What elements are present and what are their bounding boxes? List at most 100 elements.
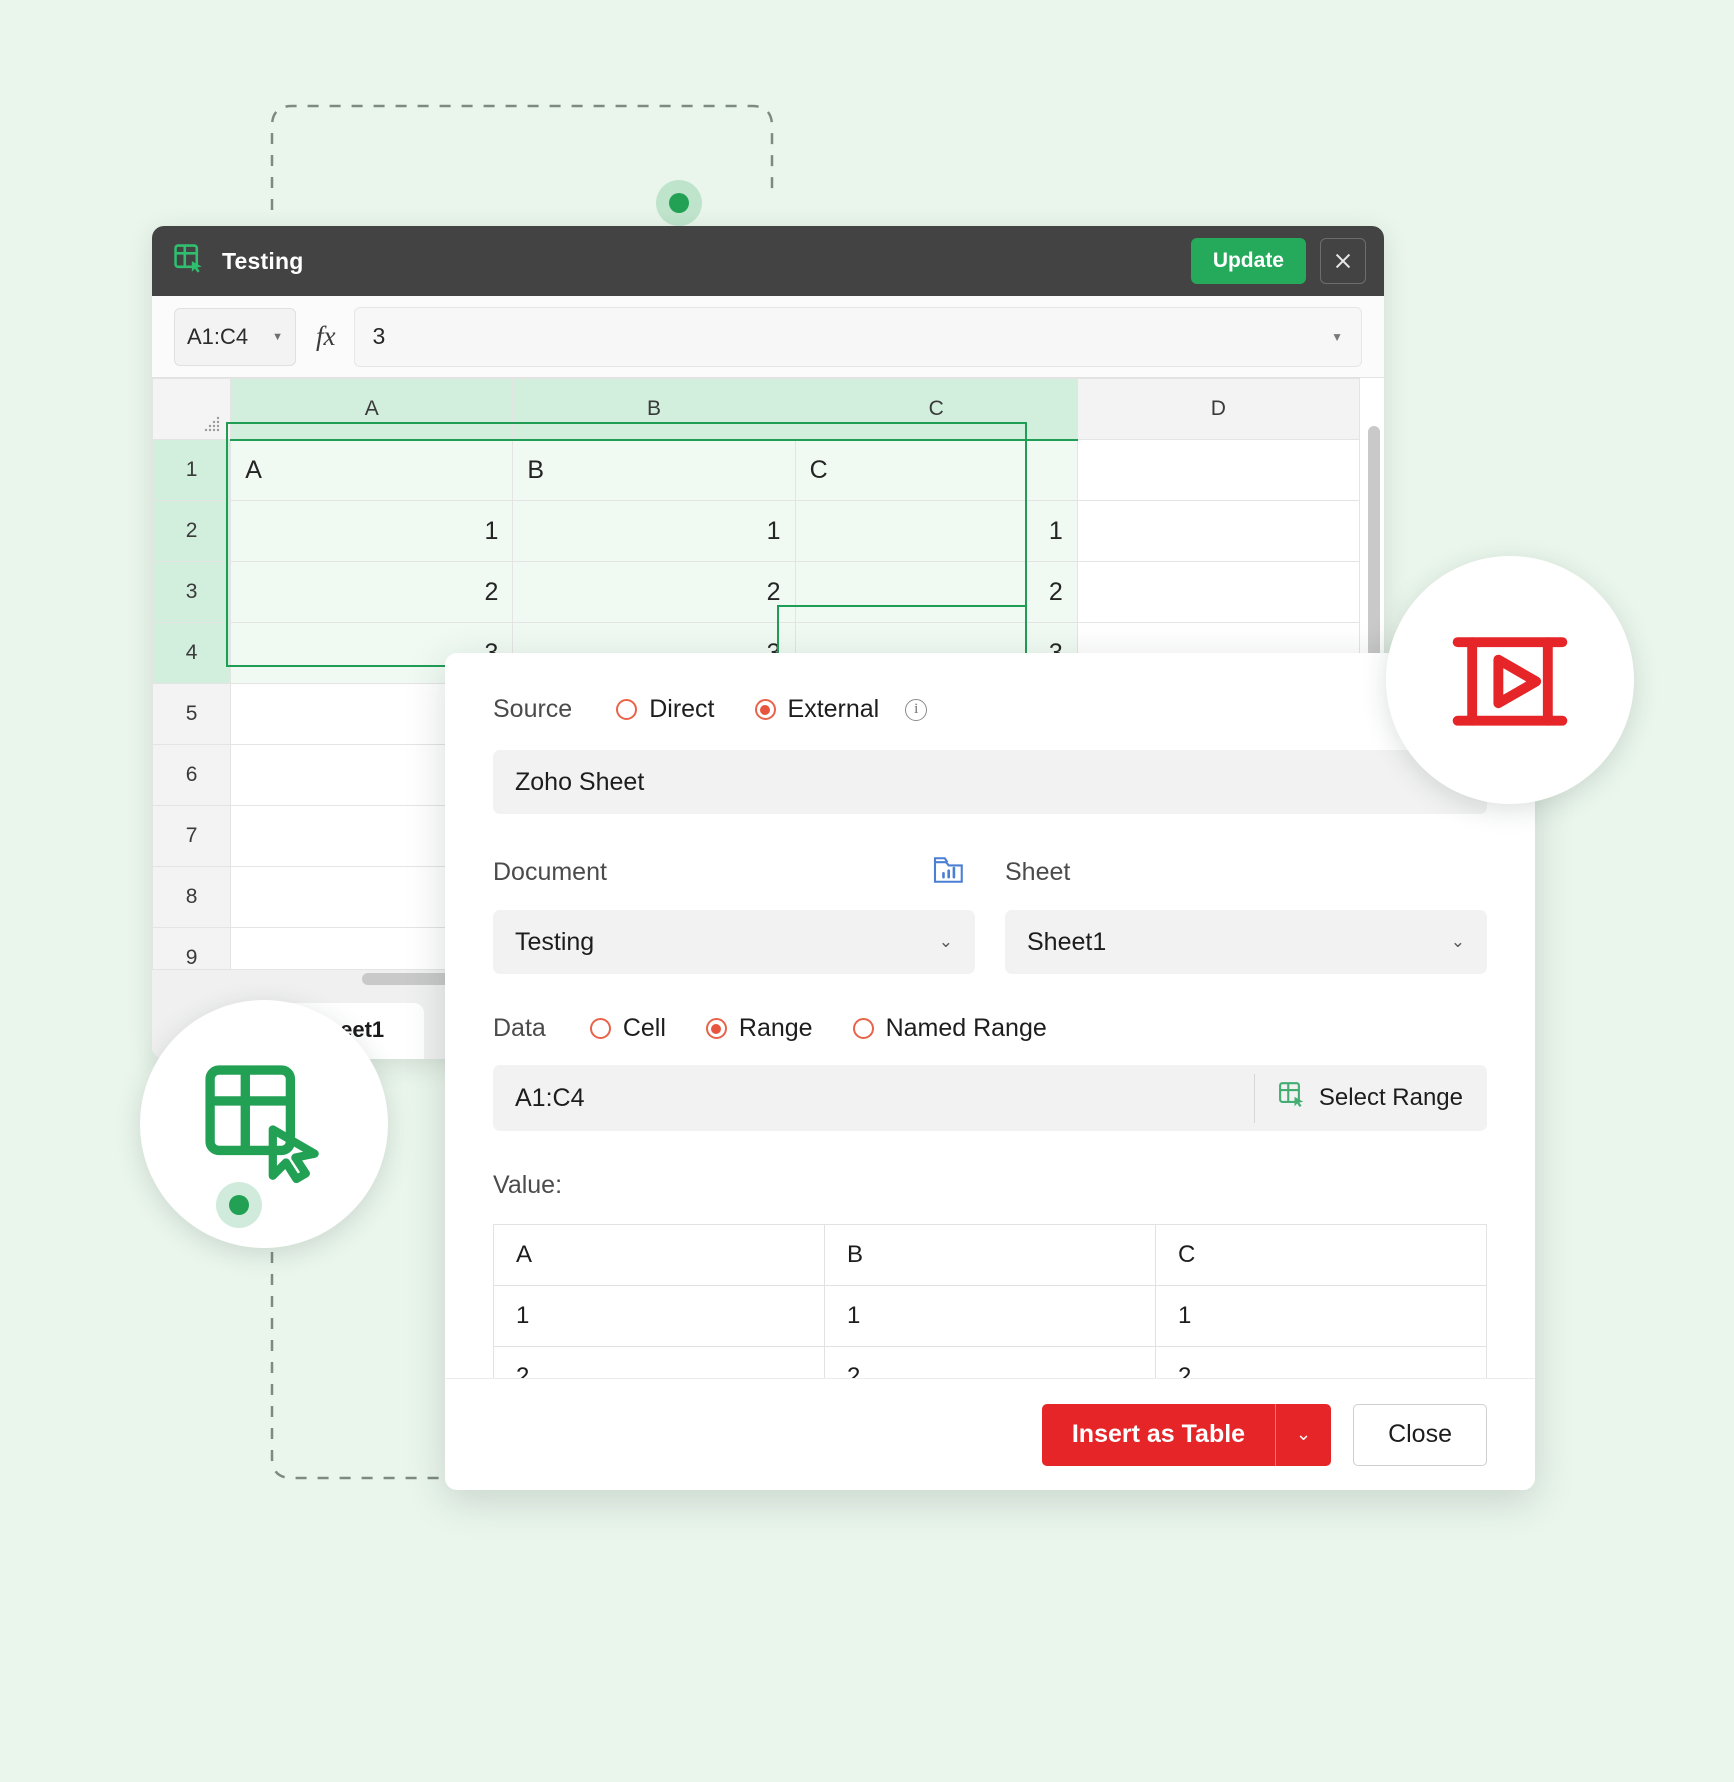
table-row: 2 2 2 bbox=[494, 1347, 1487, 1379]
cell-a2[interactable]: 1 bbox=[231, 501, 513, 562]
radio-data-range[interactable]: Range bbox=[706, 1014, 813, 1043]
connector-node-top bbox=[656, 180, 702, 226]
chevron-down-icon[interactable]: ⌄ bbox=[1275, 1404, 1331, 1466]
sheet-select[interactable]: Sheet1 ⌄ bbox=[1005, 910, 1487, 974]
cell-d3[interactable] bbox=[1077, 562, 1359, 623]
show-badge bbox=[1386, 556, 1634, 804]
grid-corner-handle[interactable] bbox=[153, 379, 231, 440]
value-preview-table: A B C 1 1 1 2 2 2 3 3 3 bbox=[493, 1224, 1487, 1378]
source-provider-value: Zoho Sheet bbox=[515, 768, 644, 797]
formula-bar: A1:C4 ▼ fx 3 ▼ bbox=[152, 296, 1384, 378]
document-field-head: Document bbox=[493, 852, 975, 892]
value-cell: 1 bbox=[825, 1286, 1156, 1347]
cell-c2[interactable]: 1 bbox=[795, 501, 1077, 562]
radio-circle-icon bbox=[616, 699, 637, 720]
chevron-down-icon: ⌄ bbox=[1451, 932, 1465, 952]
select-range-label: Select Range bbox=[1319, 1084, 1463, 1112]
document-select[interactable]: Testing ⌄ bbox=[493, 910, 975, 974]
cell-d2[interactable] bbox=[1077, 501, 1359, 562]
radio-source-direct[interactable]: Direct bbox=[616, 695, 714, 724]
folder-chart-icon[interactable] bbox=[933, 855, 967, 890]
value-cell: 2 bbox=[1156, 1347, 1487, 1379]
cell-c3[interactable]: 2 bbox=[795, 562, 1077, 623]
source-provider-select[interactable]: Zoho Sheet ⌄ bbox=[493, 750, 1487, 814]
value-label: Value: bbox=[493, 1171, 1487, 1200]
document-sheet-row: Document Testing bbox=[493, 852, 1487, 974]
table-row: 3 2 2 2 bbox=[153, 562, 1360, 623]
insert-as-table-split-button: Insert as Table ⌄ bbox=[1042, 1404, 1331, 1466]
column-header-d[interactable]: D bbox=[1077, 379, 1359, 440]
value-col-c: C bbox=[1156, 1225, 1487, 1286]
column-header-b[interactable]: B bbox=[513, 379, 795, 440]
radio-label: Range bbox=[739, 1014, 813, 1043]
source-label: Source bbox=[493, 695, 572, 724]
data-radio-group: Cell Range Named Range bbox=[590, 1014, 1047, 1043]
insert-data-dialog: Source Direct External i Zoho Sheet ⌄ bbox=[445, 653, 1535, 1490]
vertical-scrollbar[interactable] bbox=[1368, 426, 1380, 662]
insert-as-table-button[interactable]: Insert as Table bbox=[1042, 1404, 1275, 1466]
document-field: Document Testing bbox=[493, 852, 975, 974]
sheet-cursor-icon bbox=[1277, 1080, 1307, 1117]
radio-label: Named Range bbox=[886, 1014, 1047, 1043]
row-header-2[interactable]: 2 bbox=[153, 501, 231, 562]
radio-data-cell[interactable]: Cell bbox=[590, 1014, 666, 1043]
document-value: Testing bbox=[515, 928, 594, 957]
table-row: 1 A B C bbox=[153, 440, 1360, 501]
data-row: Data Cell Range Named Range bbox=[493, 1014, 1487, 1043]
window-title: Testing bbox=[222, 248, 303, 275]
value-cell: 1 bbox=[494, 1286, 825, 1347]
cell-b1[interactable]: B bbox=[513, 440, 795, 501]
window-titlebar: Testing Update bbox=[152, 226, 1384, 296]
page-root: Testing Update A1:C4 ▼ fx 3 ▼ bbox=[0, 0, 1734, 1782]
sheet-label: Sheet bbox=[1005, 858, 1070, 887]
sheet-field: Sheet Sheet1 ⌄ bbox=[1005, 852, 1487, 974]
radio-circle-icon bbox=[590, 1018, 611, 1039]
row-header-7[interactable]: 7 bbox=[153, 806, 231, 867]
data-label: Data bbox=[493, 1014, 546, 1043]
cell-a3[interactable]: 2 bbox=[231, 562, 513, 623]
close-button[interactable]: Close bbox=[1353, 1404, 1487, 1466]
cell-d1[interactable] bbox=[1077, 440, 1359, 501]
info-icon[interactable]: i bbox=[905, 699, 927, 721]
row-header-6[interactable]: 6 bbox=[153, 745, 231, 806]
radio-circle-icon bbox=[706, 1018, 727, 1039]
row-header-3[interactable]: 3 bbox=[153, 562, 231, 623]
cell-a1[interactable]: A bbox=[231, 440, 513, 501]
row-header-1[interactable]: 1 bbox=[153, 440, 231, 501]
name-box-value: A1:C4 bbox=[187, 324, 248, 350]
table-row: 2 1 1 1 bbox=[153, 501, 1360, 562]
radio-label: Direct bbox=[649, 695, 714, 724]
range-input[interactable]: A1:C4 Select Range bbox=[493, 1065, 1487, 1131]
radio-circle-icon bbox=[853, 1018, 874, 1039]
radio-label: Cell bbox=[623, 1014, 666, 1043]
cell-b2[interactable]: 1 bbox=[513, 501, 795, 562]
fx-label: fx bbox=[316, 321, 336, 352]
row-header-8[interactable]: 8 bbox=[153, 867, 231, 928]
sheet-value: Sheet1 bbox=[1027, 928, 1106, 957]
source-row: Source Direct External i bbox=[493, 695, 1487, 724]
select-range-button[interactable]: Select Range bbox=[1254, 1074, 1479, 1123]
radio-source-external[interactable]: External i bbox=[755, 695, 928, 724]
sheet-cursor-badge bbox=[140, 1000, 388, 1248]
update-button[interactable]: Update bbox=[1191, 238, 1306, 284]
sheet-cursor-icon bbox=[172, 242, 206, 281]
column-header-a[interactable]: A bbox=[231, 379, 513, 440]
formula-input[interactable]: 3 ▼ bbox=[354, 307, 1363, 367]
cell-c1[interactable]: C bbox=[795, 440, 1077, 501]
chevron-down-icon[interactable]: ▼ bbox=[1331, 330, 1343, 344]
column-header-row: A B C D bbox=[153, 379, 1360, 440]
radio-circle-icon bbox=[755, 699, 776, 720]
name-box[interactable]: A1:C4 ▼ bbox=[174, 308, 296, 366]
radio-data-named-range[interactable]: Named Range bbox=[853, 1014, 1047, 1043]
range-value: A1:C4 bbox=[515, 1084, 584, 1113]
value-col-a: A bbox=[494, 1225, 825, 1286]
value-col-b: B bbox=[825, 1225, 1156, 1286]
chevron-down-icon: ⌄ bbox=[939, 932, 953, 952]
cell-b3[interactable]: 2 bbox=[513, 562, 795, 623]
row-header-4[interactable]: 4 bbox=[153, 623, 231, 684]
row-header-5[interactable]: 5 bbox=[153, 684, 231, 745]
close-icon[interactable] bbox=[1320, 238, 1366, 284]
chevron-down-icon: ▼ bbox=[272, 331, 283, 343]
column-header-c[interactable]: C bbox=[795, 379, 1077, 440]
radio-label: External bbox=[788, 695, 880, 724]
